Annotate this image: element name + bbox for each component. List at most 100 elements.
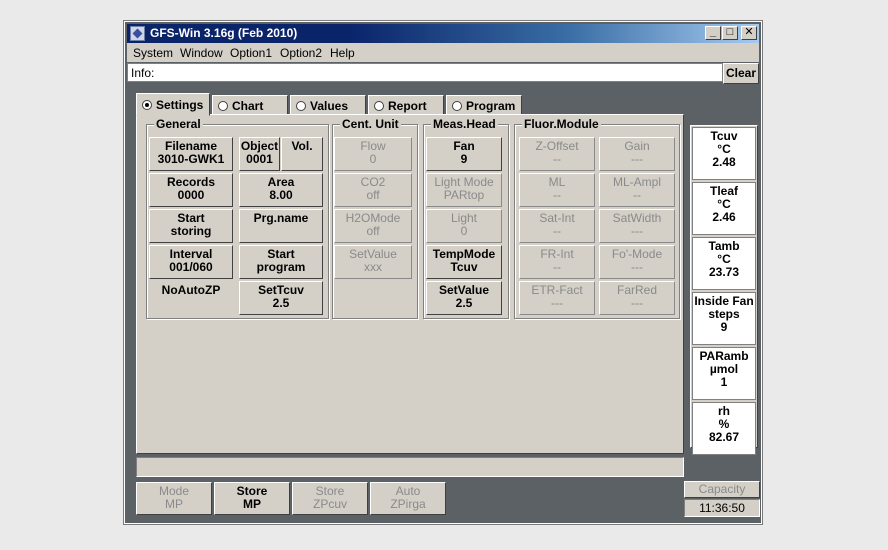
- menu-option1[interactable]: Option1: [230, 46, 272, 60]
- tab-label: Report: [388, 99, 427, 113]
- button-line2: MP: [165, 497, 183, 511]
- clear-button[interactable]: Clear: [723, 63, 759, 84]
- radio-icon: [374, 101, 384, 111]
- etr-fact-field[interactable]: ETR-Fact ---: [519, 281, 595, 315]
- info-field[interactable]: Info:: [127, 63, 723, 82]
- cell-value: xxx: [364, 260, 382, 274]
- cell-label: storing: [170, 224, 212, 238]
- status-bar: [136, 457, 684, 477]
- store-mp-button[interactable]: Store MP: [214, 482, 290, 515]
- fo-mode-field[interactable]: Fo'-Mode ---: [599, 245, 675, 279]
- cell-value: PARtop: [443, 188, 485, 202]
- program-name-field[interactable]: Prg.name: [239, 209, 323, 243]
- h2omode-field[interactable]: H2OMode off: [334, 209, 412, 243]
- readout-value: 82.67: [708, 430, 740, 444]
- settcuv-field[interactable]: SetTcuv 2.5: [239, 281, 323, 315]
- light-mode-field[interactable]: Light Mode PARtop: [426, 173, 502, 207]
- app-icon[interactable]: [130, 26, 145, 41]
- readout-value: 9: [720, 320, 728, 334]
- start-storing-button[interactable]: Start storing: [149, 209, 233, 243]
- cent-setvalue-field[interactable]: SetValue xxx: [334, 245, 412, 279]
- minimize-button[interactable]: _: [705, 26, 721, 40]
- vol-field[interactable]: Vol.: [281, 137, 323, 171]
- tab-label: Program: [466, 99, 516, 113]
- settings-panel: General Filename 3010-GWK1 Object 0001 V…: [136, 114, 684, 454]
- cell-value: ---: [631, 152, 643, 166]
- menu-option2[interactable]: Option2: [280, 46, 322, 60]
- group-general: General Filename 3010-GWK1 Object 0001 V…: [146, 118, 329, 319]
- cell-value: ---: [551, 296, 563, 310]
- cell-value: Tcuv: [450, 260, 478, 274]
- group-cent-unit: Cent. Unit Flow 0 CO2 off H2OMode off Se…: [332, 118, 418, 319]
- readout-tleaf: Tleaf °C 2.46: [692, 182, 756, 235]
- cell-label: NoAutoZP: [161, 283, 221, 297]
- ml-field[interactable]: ML --: [519, 173, 595, 207]
- tab-chart[interactable]: Chart: [212, 95, 288, 115]
- capacity-indicator: Capacity: [684, 481, 760, 498]
- tab-label: Values: [310, 99, 349, 113]
- readout-inside-fan: Inside Fan steps 9: [692, 292, 756, 345]
- cell-value: 2.5: [455, 296, 473, 310]
- fr-int-field[interactable]: FR-Int --: [519, 245, 595, 279]
- cell-value: off: [366, 224, 380, 238]
- radio-selected-icon: [142, 100, 152, 110]
- readout-tcuv: Tcuv °C 2.48: [692, 127, 756, 180]
- co2-field[interactable]: CO2 off: [334, 173, 412, 207]
- tab-label: Chart: [232, 99, 264, 113]
- cell-value: off: [366, 188, 380, 202]
- group-title: Cent. Unit: [340, 117, 401, 131]
- object-field[interactable]: Object 0001: [239, 137, 280, 171]
- cell-value: --: [553, 224, 561, 238]
- button-line2: ZPcuv: [312, 497, 347, 511]
- cell-value: 3010-GWK1: [157, 152, 225, 166]
- noautozp-button[interactable]: NoAutoZP: [149, 281, 233, 315]
- button-line2: ZPirga: [390, 497, 426, 511]
- cell-value: --: [633, 188, 641, 202]
- filename-field[interactable]: Filename 3010-GWK1: [149, 137, 233, 171]
- sat-width-field[interactable]: SatWidth ---: [599, 209, 675, 243]
- clock-display: 11:36:50: [684, 499, 760, 517]
- head-setvalue-field[interactable]: SetValue 2.5: [426, 281, 502, 315]
- readout-tamb: Tamb °C 23.73: [692, 237, 756, 290]
- title-bar[interactable]: GFS-Win 3.16g (Feb 2010) _ □ ✕: [127, 24, 759, 43]
- flow-field[interactable]: Flow 0: [334, 137, 412, 171]
- tempmode-field[interactable]: TempMode Tcuv: [426, 245, 502, 279]
- auto-zpirga-button[interactable]: Auto ZPirga: [370, 482, 446, 515]
- tab-settings[interactable]: Settings: [136, 93, 210, 116]
- start-program-button[interactable]: Start program: [239, 245, 323, 279]
- ml-ampl-field[interactable]: ML-Ampl --: [599, 173, 675, 207]
- cell-value: 2.5: [272, 296, 290, 310]
- readout-value: 2.48: [712, 155, 736, 169]
- button-line2: MP: [243, 497, 261, 511]
- maximize-button[interactable]: □: [722, 26, 738, 40]
- records-field[interactable]: Records 0000: [149, 173, 233, 207]
- radio-icon: [218, 101, 228, 111]
- far-red-field[interactable]: FarRed ---: [599, 281, 675, 315]
- tab-report[interactable]: Report: [368, 95, 444, 115]
- cell-value: 9: [460, 152, 468, 166]
- tab-program[interactable]: Program: [446, 95, 522, 115]
- menu-window[interactable]: Window: [180, 46, 223, 60]
- menu-help[interactable]: Help: [330, 46, 355, 60]
- cell-label: Prg.name: [253, 211, 309, 225]
- tab-values[interactable]: Values: [290, 95, 366, 115]
- store-zpcuv-button[interactable]: Store ZPcuv: [292, 482, 368, 515]
- group-title: Meas.Head: [431, 117, 498, 131]
- radio-icon: [296, 101, 306, 111]
- readout-value: 2.46: [712, 210, 736, 224]
- menu-system[interactable]: System: [133, 46, 173, 60]
- fan-field[interactable]: Fan 9: [426, 137, 502, 171]
- cell-value: 0: [460, 224, 468, 238]
- gain-field[interactable]: Gain ---: [599, 137, 675, 171]
- interval-field[interactable]: Interval 001/060: [149, 245, 233, 279]
- z-offset-field[interactable]: Z-Offset --: [519, 137, 595, 171]
- cell-value: --: [553, 188, 561, 202]
- menu-bar: System Window Option1 Option2 Help: [127, 43, 759, 62]
- cell-value: --: [553, 152, 561, 166]
- area-field[interactable]: Area 8.00: [239, 173, 323, 207]
- readout-panel: Tcuv °C 2.48 Tleaf °C 2.46 Tamb °C 23.73…: [690, 125, 758, 455]
- sat-int-field[interactable]: Sat-Int --: [519, 209, 595, 243]
- close-button[interactable]: ✕: [741, 26, 757, 40]
- mode-mp-button[interactable]: Mode MP: [136, 482, 212, 515]
- light-field[interactable]: Light 0: [426, 209, 502, 243]
